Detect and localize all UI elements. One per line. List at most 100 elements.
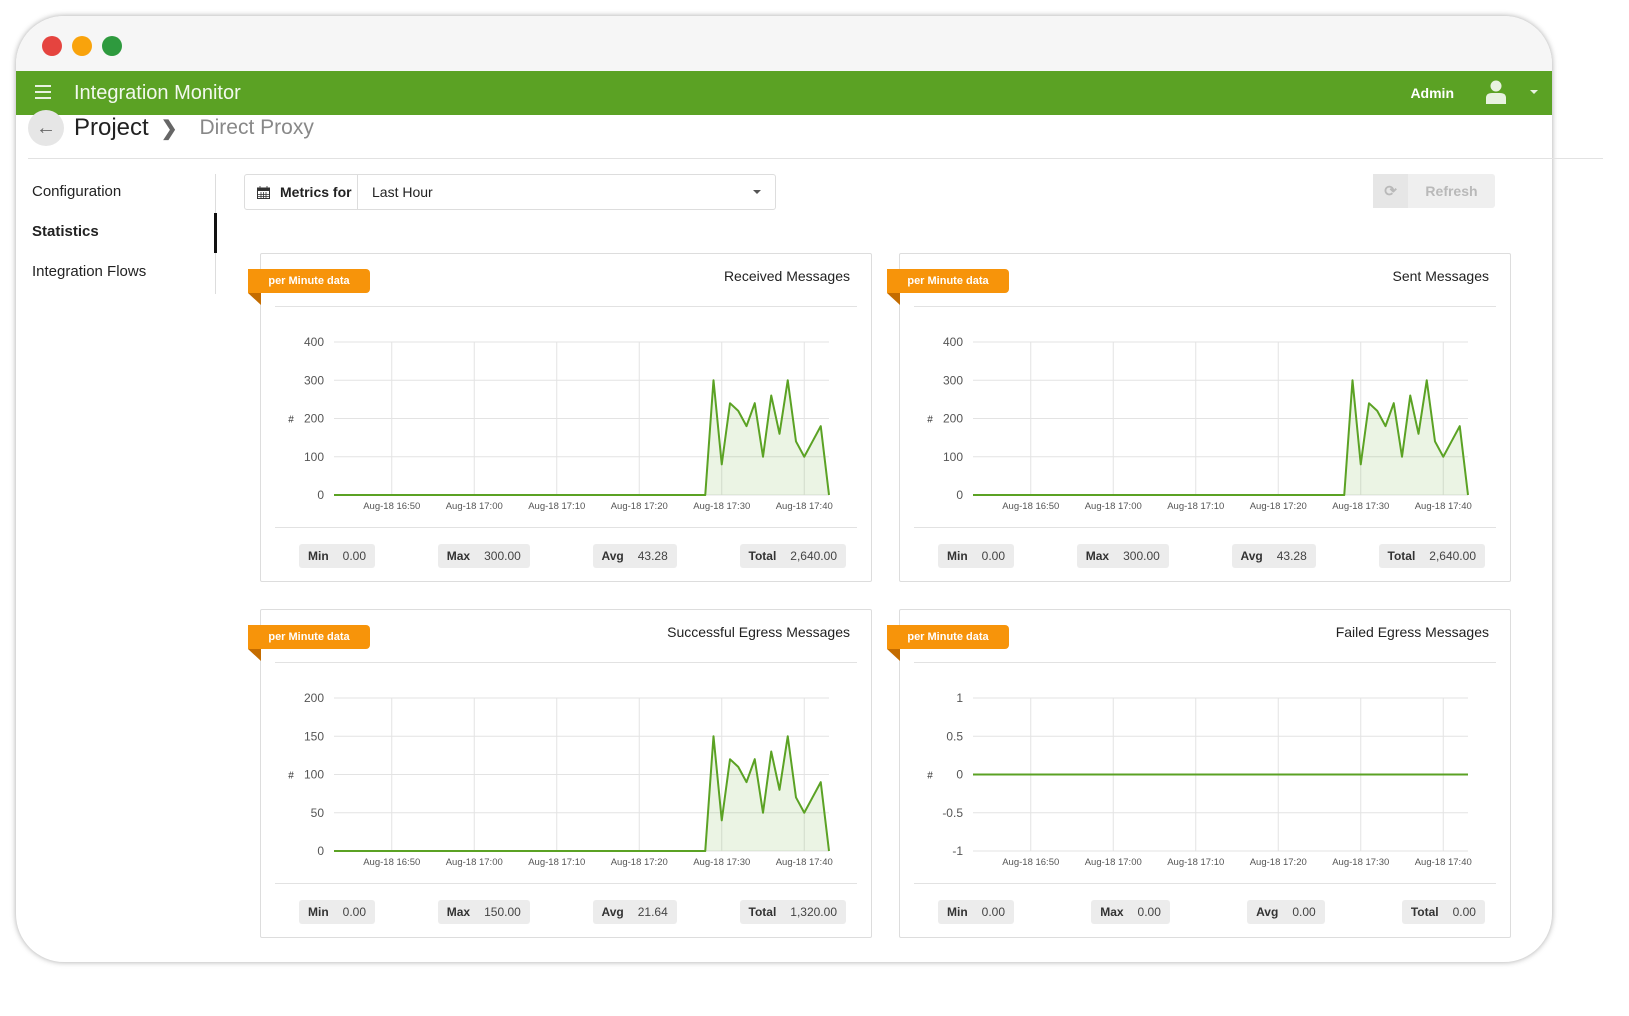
line-chart: 0 100 200 300 400 Aug-18 16:50 Aug-18 17:00 Aug… [927,335,1472,512]
stat-avg-label: Avg [1256,905,1279,919]
per-minute-badge: per Minute data [248,269,370,305]
x-tick-label: Aug-18 17:40 [776,857,833,868]
sidebar-item-configuration[interactable]: Configuration [32,182,146,222]
x-tick-label: Aug-18 17:20 [1250,857,1307,868]
menu-icon[interactable] [35,85,51,99]
y-axis-label: # [927,415,933,426]
divider [275,883,857,884]
y-tick-label: 0 [956,488,963,502]
stat-avg-label: Avg [1240,549,1263,563]
x-tick-label: Aug-18 17:00 [446,857,503,868]
stat-min: Min 0.00 [938,900,1015,924]
stat-min-value: 0.00 [981,905,1006,919]
series-area [334,380,829,495]
x-tick-label: Aug-18 17:30 [693,501,750,512]
y-tick-label: 0 [317,844,324,858]
x-tick-label: Aug-18 16:50 [363,501,420,512]
maximize-window-button[interactable] [102,36,122,56]
chart-panel: per Minute data Successful Egress Messag… [248,609,872,938]
breadcrumb: ← Project ❯ Direct Proxy [28,110,314,146]
y-tick-label: 200 [304,412,324,426]
stat-min-value: 0.00 [981,549,1006,563]
stat-avg-value: 43.28 [637,549,668,563]
arrow-left-icon: ← [36,116,56,139]
stats-row: Min 0.00 Max 0.00 Avg 0.00 Total 0.00 [938,900,1485,924]
y-tick-label: 400 [943,335,963,349]
x-tick-label: Aug-18 17:20 [611,501,668,512]
stat-avg-value: 0.00 [1292,905,1316,919]
stat-total-value: 2,640.00 [1429,549,1476,563]
app-header: Integration Monitor Admin [16,71,1552,115]
refresh-button[interactable]: ⟳ Refresh [1373,174,1495,208]
y-axis-label: # [288,771,294,782]
metrics-for-label: Metrics for [280,184,352,200]
sidebar-item-statistics[interactable]: Statistics [32,222,146,262]
refresh-label: Refresh [1425,183,1478,199]
stat-min-label: Min [947,905,968,919]
stat-min: Min 0.00 [299,900,376,924]
y-tick-label: 100 [304,768,324,782]
stat-max-label: Max [446,905,471,919]
y-tick-label: 0 [956,768,963,782]
stat-avg: Avg 21.64 [592,900,677,924]
chart-panel: per Minute data Failed Egress Messages -… [887,609,1511,938]
x-tick-label: Aug-18 16:50 [363,857,420,868]
minimize-window-button[interactable] [72,36,92,56]
x-tick-label: Aug-18 17:30 [1332,857,1389,868]
panel-title: Successful Egress Messages [667,624,850,640]
chart-panel: per Minute data Sent Messages 0 100 200 300… [887,253,1511,582]
chevron-right-icon: ❯ [160,117,178,140]
stat-avg-label: Avg [601,905,624,919]
y-tick-label: 200 [943,412,963,426]
close-window-button[interactable] [42,36,62,56]
app-title: Integration Monitor [74,81,241,104]
stat-total: Total 0.00 [1401,900,1485,924]
stat-max-value: 0.00 [1137,905,1161,919]
x-tick-label: Aug-18 17:00 [1085,501,1142,512]
user-name[interactable]: Admin [1410,85,1454,101]
x-tick-label: Aug-18 17:10 [528,501,585,512]
stats-row: Min 0.00 Max 300.00 Avg 43.28 Total 2,640.00 [299,544,846,568]
y-tick-label: 1 [956,691,963,705]
divider [914,527,1496,528]
stat-min-label: Min [308,905,329,919]
x-tick-label: Aug-18 17:10 [528,857,585,868]
stat-max: Max 150.00 [437,900,530,924]
y-tick-label: 100 [304,450,324,464]
sidebar-active-indicator [214,213,217,253]
panel-title: Failed Egress Messages [1335,624,1489,640]
range-select[interactable]: Last Hour [358,175,775,209]
x-tick-label: Aug-18 16:50 [1002,501,1059,512]
y-tick-label: 50 [311,806,325,820]
stat-total-label: Total [1387,549,1416,563]
metrics-range-selector[interactable]: Metrics for Last Hour [244,174,776,210]
panel-title: Sent Messages [1392,268,1490,284]
per-minute-badge: per Minute data [248,625,370,661]
dropdown-caret-icon [753,190,761,198]
stat-max-value: 300.00 [1123,549,1160,563]
stat-min-label: Min [308,549,329,563]
sidebar-item-integration-flows[interactable]: Integration Flows [32,262,146,302]
breadcrumb-project[interactable]: Project [74,114,149,142]
stat-avg: Avg 43.28 [592,544,677,568]
stat-total: Total 1,320.00 [739,900,846,924]
y-tick-label: 150 [304,729,324,743]
series-area [973,380,1468,495]
user-menu-caret-icon[interactable] [1530,90,1538,98]
y-tick-label: -0.5 [942,806,963,820]
user-avatar-icon[interactable] [1486,80,1506,104]
stat-max-label: Max [1085,549,1110,563]
stat-avg-value: 43.28 [1276,549,1307,563]
x-tick-label: Aug-18 17:40 [1415,501,1472,512]
line-chart: -1 -0.5 0 0.5 1 Aug-18 16:50 Aug-18 17:00 Aug-1… [927,691,1472,868]
back-button[interactable]: ← [28,110,64,146]
line-chart: 0 100 200 300 400 Aug-18 16:50 Aug-18 17:00 Aug… [288,335,833,512]
y-tick-label: 0 [317,488,324,502]
stat-max-label: Max [446,549,471,563]
stat-total-label: Total [1410,905,1439,919]
stat-min: Min 0.00 [299,544,376,568]
stat-total-label: Total [748,905,777,919]
x-tick-label: Aug-18 17:20 [611,857,668,868]
y-axis-label: # [288,415,294,426]
divider [914,662,1496,663]
